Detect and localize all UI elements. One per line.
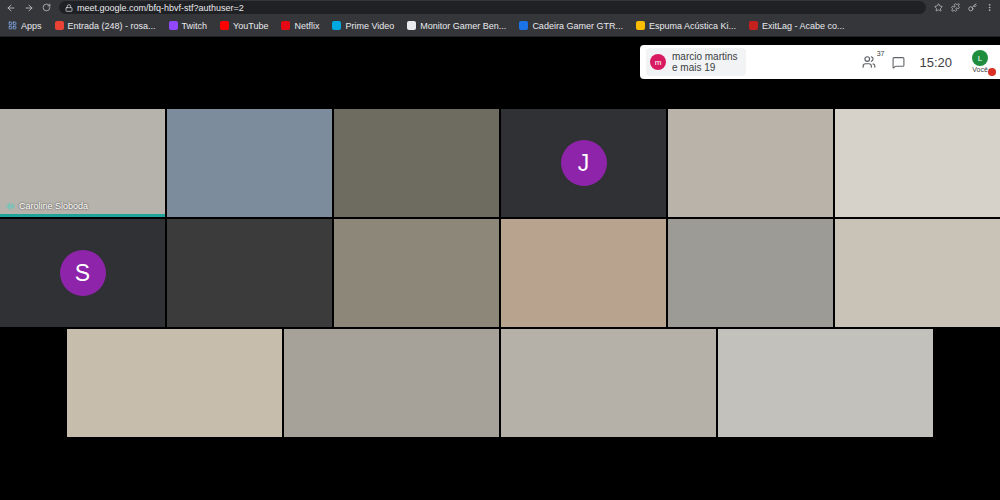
address-row: meet.google.com/bfq-hbvf-stf?authuser=2 bbox=[0, 0, 1000, 15]
chat-icon bbox=[892, 56, 905, 69]
video-grid: Caroline Sloboda J S bbox=[0, 109, 1000, 437]
self-view[interactable]: LVocê bbox=[966, 50, 994, 74]
bookmark[interactable]: Entrada (248) - rosa... bbox=[55, 21, 156, 31]
participant-tile[interactable] bbox=[334, 219, 499, 327]
participants-preview[interactable]: m marcio martinse mais 19 bbox=[646, 48, 746, 76]
participant-tile[interactable] bbox=[835, 219, 1000, 327]
participant-tile[interactable] bbox=[334, 109, 499, 217]
participant-tile[interactable] bbox=[167, 109, 332, 217]
people-icon bbox=[862, 55, 876, 69]
favicon-icon bbox=[220, 21, 229, 30]
participant-tile[interactable] bbox=[668, 109, 833, 217]
bookmark[interactable]: YouTube bbox=[220, 21, 268, 31]
favicon-icon bbox=[519, 21, 528, 30]
participant-avatar: J bbox=[561, 140, 607, 186]
forward-icon[interactable] bbox=[24, 3, 34, 13]
back-icon[interactable] bbox=[6, 3, 16, 13]
self-label: Você bbox=[972, 66, 988, 74]
participant-tile[interactable] bbox=[67, 329, 282, 437]
bookmarks-bar: Apps Entrada (248) - rosa... Twitch YouTube… bbox=[0, 15, 1000, 37]
bookmark[interactable]: Prime Video bbox=[332, 21, 394, 31]
chat-button[interactable] bbox=[886, 56, 905, 69]
favicon-icon bbox=[281, 21, 290, 30]
bookmark[interactable]: Monitor Gamer Ben... bbox=[407, 21, 506, 31]
reload-icon[interactable] bbox=[42, 3, 51, 12]
url-field[interactable]: meet.google.com/bfq-hbvf-stf?authuser=2 bbox=[59, 1, 926, 14]
participant-name: Caroline Sloboda bbox=[6, 201, 88, 211]
info-bar: m marcio martinse mais 19 37 15:20 LVocê bbox=[640, 45, 1000, 79]
favicon-icon bbox=[55, 21, 64, 30]
extensions bbox=[934, 3, 994, 12]
participant-tile[interactable] bbox=[835, 109, 1000, 217]
participant-avatar: S bbox=[60, 250, 106, 296]
grid-row: S bbox=[0, 219, 1000, 327]
participants-button[interactable]: 37 bbox=[862, 55, 876, 69]
lock-icon bbox=[65, 4, 73, 12]
favicon-icon bbox=[169, 21, 178, 30]
menu-icon[interactable] bbox=[985, 3, 994, 12]
participant-tile[interactable] bbox=[668, 219, 833, 327]
bookmark[interactable]: Cadeira Gamer GTR... bbox=[519, 21, 623, 31]
bookmark[interactable]: Netflix bbox=[281, 21, 319, 31]
page: meet.google.com/bfq-hbvf-stf?authuser=2A… bbox=[0, 0, 1000, 500]
favicon-icon bbox=[636, 21, 645, 30]
participant-tile[interactable] bbox=[284, 329, 499, 437]
clock: 15:20 bbox=[915, 55, 956, 70]
self-avatar: L bbox=[972, 50, 988, 66]
meet-top-bar: m marcio martinse mais 19 37 15:20 LVocê bbox=[0, 37, 1000, 109]
participant-tile[interactable]: Caroline Sloboda bbox=[0, 109, 165, 217]
participant-tile[interactable]: S bbox=[0, 219, 165, 327]
grid-row: Caroline Sloboda J bbox=[0, 109, 1000, 217]
favicon-icon bbox=[332, 21, 341, 30]
favicon-icon bbox=[749, 21, 758, 30]
participants-count: 37 bbox=[877, 50, 885, 57]
bookmark[interactable]: ExitLag - Acabe co... bbox=[749, 21, 845, 31]
preview-text: marcio martinse mais 19 bbox=[672, 51, 738, 73]
star-icon[interactable] bbox=[934, 3, 943, 12]
bookmark[interactable]: Espuma Acústica Ki... bbox=[636, 21, 736, 31]
puzzle-icon[interactable] bbox=[951, 3, 960, 12]
participant-tile[interactable]: J bbox=[501, 109, 666, 217]
participant-tile[interactable] bbox=[718, 329, 933, 437]
meet-area: m marcio martinse mais 19 37 15:20 LVocê Caro… bbox=[0, 37, 1000, 500]
bookmark[interactable]: Apps bbox=[8, 21, 42, 31]
speaking-icon bbox=[6, 202, 15, 211]
participant-tile[interactable] bbox=[501, 219, 666, 327]
key-icon[interactable] bbox=[968, 3, 977, 12]
participant-tile[interactable] bbox=[167, 219, 332, 327]
notification-badge bbox=[988, 68, 996, 76]
preview-avatar: m bbox=[650, 54, 666, 70]
favicon-icon bbox=[407, 21, 416, 30]
apps-icon bbox=[8, 21, 17, 30]
grid-row bbox=[0, 329, 1000, 437]
participant-tile[interactable] bbox=[501, 329, 716, 437]
bookmark[interactable]: Twitch bbox=[169, 21, 208, 31]
